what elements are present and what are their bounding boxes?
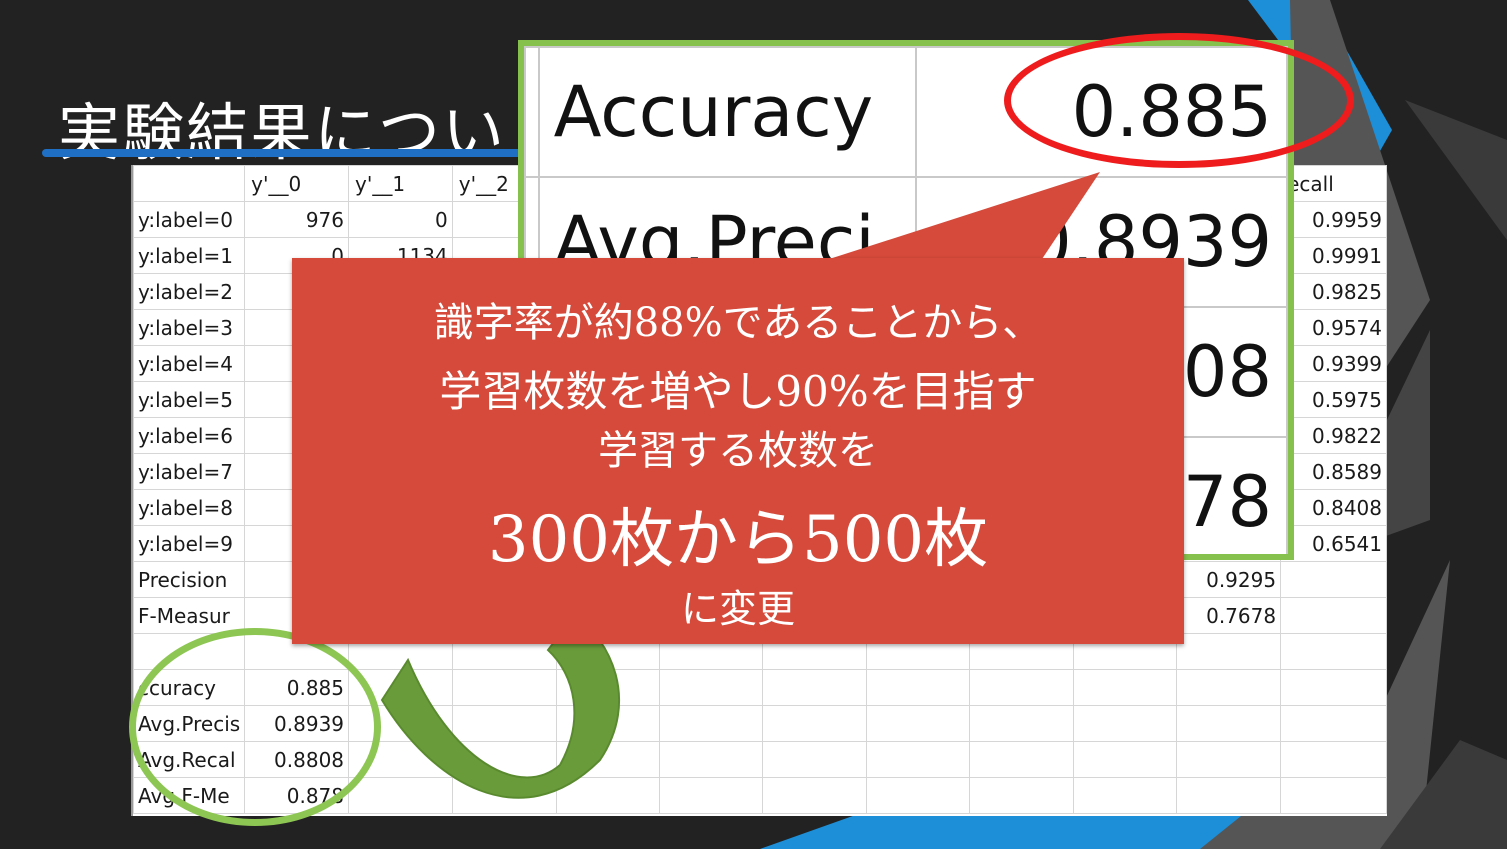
callout-box: 識字率が約88%であることから、 学習枚数を増やし90%を目指す 学習する枚数を… xyxy=(292,258,1184,644)
callout-line-4: 300枚から500枚 xyxy=(487,503,989,577)
callout-line-2: 学習枚数を増やし90%を目指す xyxy=(439,367,1037,416)
callout-line-1: 識字率が約88%であることから、 xyxy=(433,300,1043,346)
callout-line-3: 学習する枚数を xyxy=(598,428,878,474)
callout-line-5: に変更 xyxy=(680,587,795,631)
presentation-slide: 実験結果につい y'__0 y'__1 y'__2 ecall y:label=… xyxy=(0,0,1507,849)
